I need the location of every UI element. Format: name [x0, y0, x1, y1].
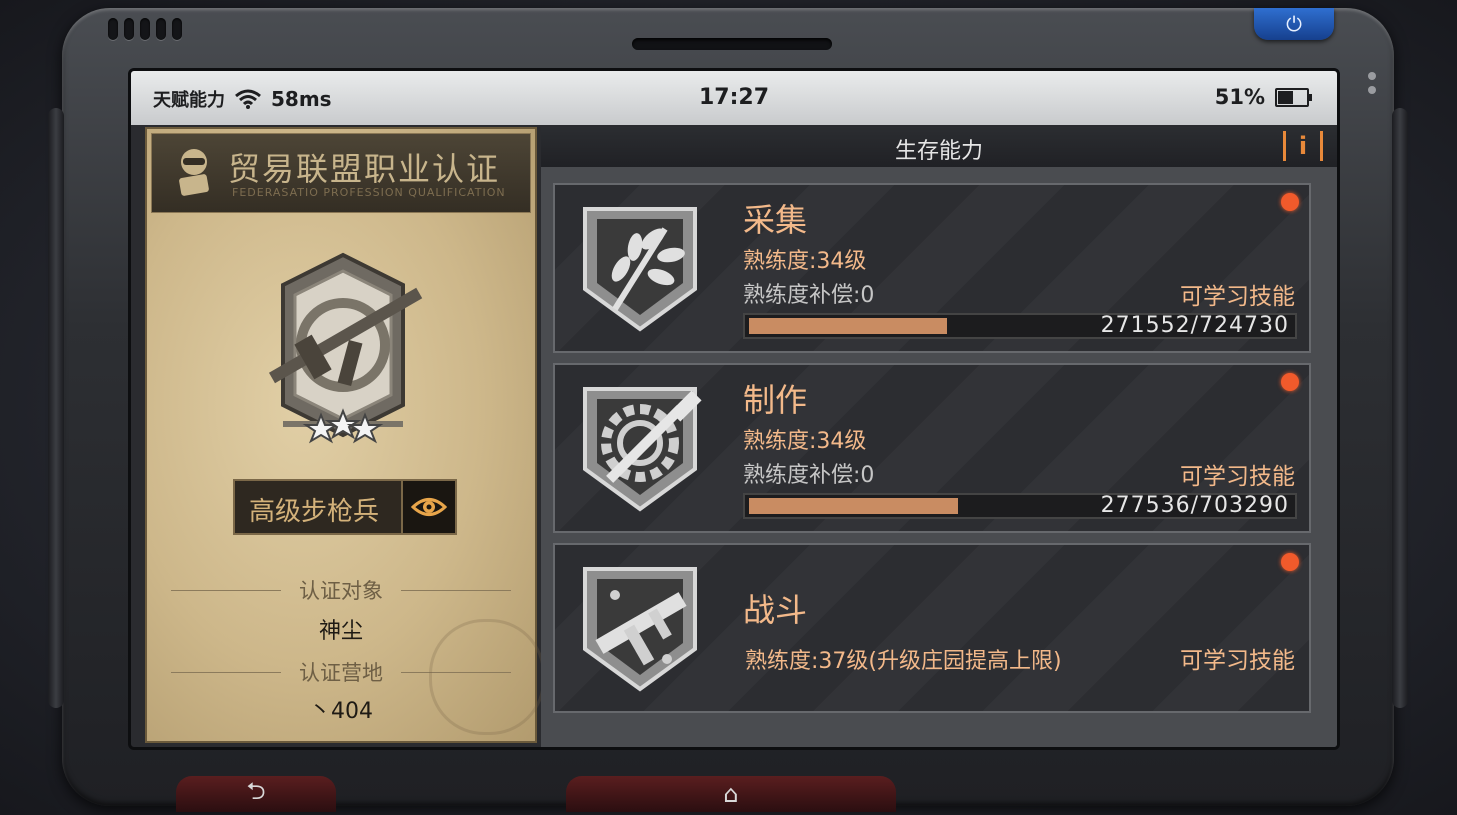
screen: 天赋能力 58ms 17:27 51% 贸易联盟职业认证 FEDERASATIO… — [128, 68, 1340, 750]
target-label: 认证对象 — [147, 575, 535, 605]
panel-header: 生存能力 i — [541, 127, 1337, 169]
certification-header: 贸易联盟职业认证 FEDERASATIO PROFESSION QUALIFIC… — [151, 133, 531, 213]
status-bar: 天赋能力 58ms 17:27 51% — [131, 71, 1337, 125]
skill-proficiency: 熟练度:37级(升级庄园提高上限) — [745, 649, 1062, 674]
notification-dot — [1281, 553, 1299, 571]
certification-title: 贸易联盟职业认证 — [228, 150, 501, 188]
view-rank-button[interactable] — [401, 481, 455, 533]
skill-name: 制作 — [743, 381, 808, 419]
progress-bar: 271552/724730 — [743, 313, 1297, 339]
league-mascot-icon — [179, 149, 209, 196]
skill-compensation: 熟练度补偿:0 — [743, 283, 875, 308]
skill-proficiency: 熟练度:34级 — [743, 429, 867, 454]
clock: 17:27 — [698, 85, 770, 110]
learnable-skill-link[interactable]: 可学习技能 — [1180, 641, 1295, 675]
rifleman-emblem-icon — [268, 252, 423, 444]
home-button[interactable]: ⌂ — [566, 776, 896, 812]
power-icon: ⏻ — [1286, 12, 1302, 36]
side-rail-left — [48, 108, 64, 708]
skill-card-gathering[interactable]: 采集 熟练度:34级 熟练度补偿:0 可学习技能 271552/724730 — [553, 183, 1311, 353]
skill-proficiency: 熟练度:34级 — [743, 249, 867, 274]
battery-percent: 51% — [1214, 85, 1265, 109]
back-button[interactable]: ⮌ — [176, 776, 336, 812]
eye-icon — [411, 498, 447, 516]
rank-badge: 高级步枪兵 — [233, 479, 457, 535]
notification-dot — [1281, 193, 1299, 211]
skill-card-crafting[interactable]: 制作 熟练度:34级 熟练度补偿:0 可学习技能 277536/703290 — [553, 363, 1311, 533]
vents — [108, 18, 182, 40]
info-icon: i — [1298, 132, 1308, 160]
rank-name: 高级步枪兵 — [249, 497, 380, 527]
progress-text: 277536/703290 — [1100, 493, 1289, 518]
side-dots — [1368, 72, 1376, 94]
progress-text: 271552/724730 — [1100, 313, 1289, 338]
skill-compensation: 熟练度补偿:0 — [743, 463, 875, 488]
battery-icon — [1275, 87, 1312, 107]
speaker-grille — [632, 38, 832, 50]
smg-icon — [583, 567, 697, 692]
skills-panel: 生存能力 i 采集 熟练度:34级 熟练度补偿:0 可学习技能 271552/7… — [541, 127, 1337, 747]
skill-name: 采集 — [743, 201, 808, 239]
skills-list: 采集 熟练度:34级 熟练度补偿:0 可学习技能 271552/724730 制… — [541, 167, 1337, 747]
progress-fill — [749, 318, 948, 334]
info-button[interactable]: i — [1283, 131, 1323, 161]
notification-dot — [1281, 373, 1299, 391]
side-rail-right — [1392, 108, 1408, 708]
panel-title: 生存能力 — [894, 139, 983, 164]
gear-hammer-icon — [583, 387, 702, 512]
progress-bar: 277536/703290 — [743, 493, 1297, 519]
learnable-skill-link[interactable]: 可学习技能 — [1180, 457, 1295, 491]
skill-card-combat[interactable]: 战斗 熟练度:37级(升级庄园提高上限) 可学习技能 — [553, 543, 1311, 713]
home-icon: ⌂ — [723, 780, 739, 808]
herb-icon — [583, 207, 697, 332]
certification-subtitle: FEDERASATIO PROFESSION QUALIFICATION — [232, 186, 506, 199]
seal-stamp — [429, 619, 545, 735]
skill-name: 战斗 — [743, 591, 808, 629]
power-button[interactable]: ⏻ — [1254, 8, 1334, 40]
back-icon: ⮌ — [246, 776, 266, 805]
certification-panel: 贸易联盟职业认证 FEDERASATIO PROFESSION QUALIFIC… — [145, 127, 545, 743]
learnable-skill-link[interactable]: 可学习技能 — [1180, 277, 1295, 311]
progress-fill — [749, 498, 959, 514]
